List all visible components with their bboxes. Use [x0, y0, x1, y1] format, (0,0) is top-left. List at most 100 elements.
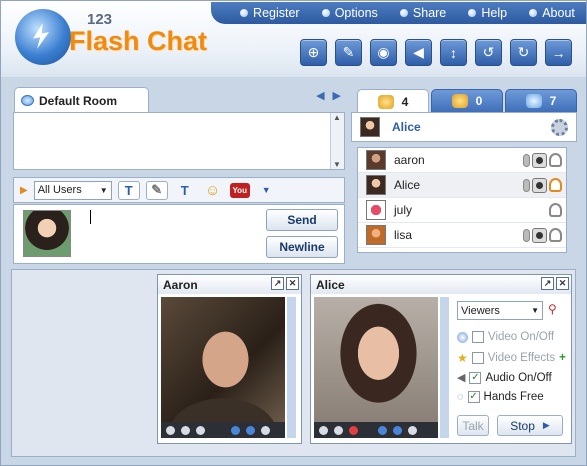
users-panel: 4 0 7 Alice aaron Alice july lisa [351, 87, 577, 265]
more-options-icon[interactable]: ▼ [262, 185, 271, 195]
tab-groups[interactable]: 0 [431, 89, 503, 113]
chevron-down-icon: ▼ [99, 185, 108, 195]
speaker-icon[interactable]: ◀ [405, 39, 432, 66]
hands-free-option[interactable]: ◌ ✓ Hands Free [457, 391, 544, 403]
video-effects-option[interactable]: ★ Video Effects + [457, 351, 566, 365]
resize-icon[interactable]: ↕ [440, 39, 467, 66]
nav-help[interactable]: Help [468, 6, 507, 20]
webcam-icon[interactable] [532, 152, 547, 168]
video-window-aaron: Aaron ↗ ✕ [157, 274, 302, 444]
mute-icon[interactable] [349, 425, 358, 435]
list-item[interactable]: lisa [358, 223, 566, 248]
popout-icon[interactable]: ↗ [271, 277, 284, 290]
avatar [23, 210, 71, 257]
popout-icon[interactable]: ↗ [541, 277, 554, 290]
speaker-icon: ◀ [457, 372, 466, 384]
chat-panel: Default Room ◀ ▶ ▶ All Users▼ T ✎ T ☺ Yo… [11, 87, 345, 265]
zoom-in-icon[interactable] [231, 425, 240, 435]
webcam-icon[interactable]: ◉ [370, 39, 397, 66]
person-icon[interactable] [549, 203, 562, 217]
microphone-icon[interactable] [523, 178, 530, 192]
close-icon[interactable]: ✕ [286, 277, 299, 290]
logo-text: Flash Chat [69, 26, 208, 56]
nav-register[interactable]: Register [240, 6, 300, 20]
person-icon[interactable] [549, 153, 562, 167]
avatar [366, 175, 386, 195]
avatar[interactable] [360, 117, 380, 137]
person-icon[interactable] [549, 178, 562, 192]
list-item[interactable]: Alice [358, 173, 566, 198]
plus-icon[interactable]: + [559, 352, 566, 364]
bullet-icon [321, 9, 330, 17]
webcam-icon[interactable] [532, 227, 547, 243]
audio-onoff-checkbox[interactable]: ✓ [469, 371, 482, 384]
send-button[interactable]: Send [266, 209, 338, 231]
tab-users[interactable]: 4 [357, 89, 429, 113]
refresh-icon[interactable]: ↻ [510, 39, 537, 66]
pencil-button[interactable]: ✎ [145, 180, 168, 200]
history-icon[interactable]: ↺ [475, 39, 502, 66]
person-icon[interactable] [549, 228, 562, 242]
tab-rooms[interactable]: 7 [505, 89, 577, 113]
logout-icon[interactable]: → [545, 39, 572, 66]
bold-button[interactable]: T [117, 180, 140, 200]
fullscreen-icon[interactable] [408, 425, 417, 435]
emoticon-button[interactable]: ☺ [202, 181, 224, 200]
volume-bar[interactable] [440, 297, 449, 438]
prev-room-icon[interactable]: ◀ [316, 89, 324, 102]
gamepad-icon[interactable]: ⊕ [300, 39, 327, 66]
nav-share[interactable]: Share [399, 6, 446, 20]
zoom-out-icon[interactable] [246, 425, 255, 435]
webcam-icon[interactable] [319, 425, 328, 435]
webcam-icon[interactable] [166, 425, 175, 435]
chevron-down-icon: ▼ [531, 306, 539, 315]
video-window-title: Alice ↗ ✕ [311, 275, 571, 294]
chat-messages[interactable] [13, 112, 345, 170]
user-filter-select[interactable]: All Users ▼ [33, 180, 112, 200]
youtube-button[interactable]: You [229, 182, 250, 198]
group-icon [451, 94, 468, 108]
search-user-icon[interactable]: ⚲ [548, 302, 557, 316]
webcam-icon [457, 331, 468, 343]
edit-icon[interactable]: ✎ [335, 39, 362, 66]
microphone-icon[interactable] [523, 153, 530, 167]
chat-icon[interactable] [196, 425, 205, 435]
video-onoff-checkbox[interactable] [472, 331, 484, 343]
chat-scrollbar[interactable] [330, 113, 344, 169]
microphone-icon[interactable] [523, 228, 530, 242]
next-room-icon[interactable]: ▶ [333, 89, 341, 102]
stop-button[interactable]: Stop ▶ [497, 415, 563, 436]
viewers-select[interactable]: Viewers ▼ [457, 301, 543, 320]
chat-options-row: ▶ All Users ▼ T ✎ T ☺ You ▼ [13, 177, 345, 203]
room-name: Default Room [39, 93, 117, 108]
talk-button[interactable]: Talk [457, 415, 489, 436]
webcam-icon[interactable] [532, 177, 547, 193]
zoom-in-icon[interactable] [378, 425, 387, 435]
text-color-button[interactable]: T [174, 181, 196, 200]
hands-free-checkbox[interactable]: ✓ [467, 391, 480, 403]
video-effects-checkbox[interactable] [471, 352, 484, 364]
zoom-out-icon[interactable] [393, 425, 402, 435]
close-icon[interactable]: ✕ [556, 277, 569, 290]
expand-arrow-icon[interactable]: ▶ [20, 185, 28, 196]
speaker-icon[interactable] [181, 425, 190, 435]
list-item[interactable]: july [358, 198, 566, 223]
bullet-icon [240, 9, 249, 17]
nav-options[interactable]: Options [321, 6, 378, 20]
list-item[interactable]: aaron [358, 148, 566, 173]
room-tab[interactable]: Default Room [14, 87, 149, 113]
fullscreen-icon[interactable] [261, 425, 270, 435]
gear-icon[interactable] [551, 119, 568, 136]
users-icon [377, 94, 394, 109]
message-input-area[interactable]: Send Newline [13, 204, 345, 264]
nav-about[interactable]: About [529, 6, 575, 20]
video-onoff-option[interactable]: Video On/Off [457, 331, 554, 343]
header: 123 Flash Chat Register Options Share He… [1, 1, 586, 77]
volume-bar[interactable] [287, 297, 296, 438]
newline-button[interactable]: Newline [266, 236, 338, 258]
audio-onoff-option[interactable]: ◀ ✓ Audio On/Off [457, 371, 552, 384]
speaker-icon[interactable] [334, 425, 343, 435]
text-caret [90, 210, 91, 224]
avatar [366, 225, 386, 245]
app-window: 123 Flash Chat Register Options Share He… [0, 0, 587, 466]
